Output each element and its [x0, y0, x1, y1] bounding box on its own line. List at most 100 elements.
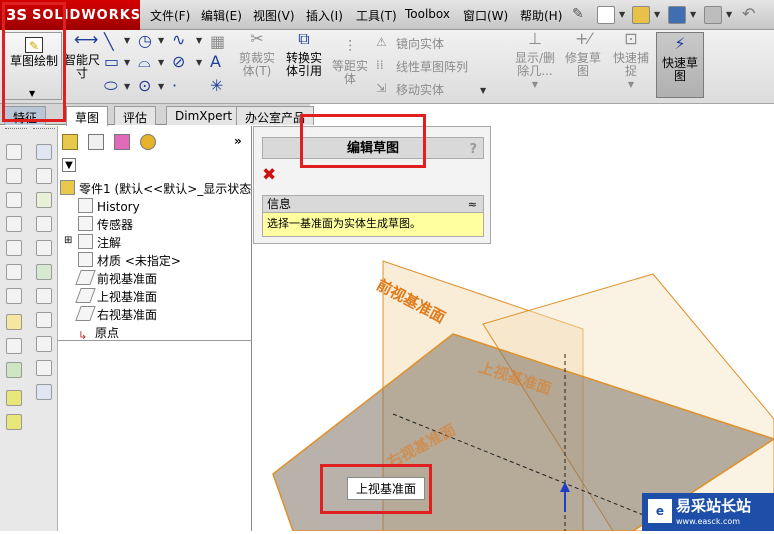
property-manager-tab-icon[interactable] [88, 134, 104, 150]
chevron-down-icon[interactable]: ▼ [654, 10, 660, 19]
layer-icon[interactable] [6, 414, 22, 430]
chevron-down-icon[interactable]: ▼ [158, 36, 164, 45]
menu-file[interactable]: 文件(F) [150, 7, 190, 24]
chamfer-icon[interactable] [36, 192, 52, 208]
menu-toolbox[interactable]: Toolbox [405, 7, 450, 21]
table-icon[interactable] [36, 384, 52, 400]
chevron-down-icon[interactable]: ▼ [124, 58, 130, 67]
circle-icon[interactable]: ◷ [138, 31, 152, 50]
help-icon[interactable]: ? [469, 139, 477, 161]
tree-item-top-plane[interactable]: 上视基准面 [75, 288, 157, 305]
tree-root-part[interactable]: 零件1 (默认<<默认>_显示状态 [60, 180, 251, 197]
print-icon[interactable] [704, 6, 722, 24]
save-icon[interactable] [668, 6, 686, 24]
linear-pattern-label[interactable]: 线性草图阵列 [396, 58, 468, 75]
repair-icon[interactable] [6, 338, 22, 354]
pin-icon[interactable]: ✎ [572, 6, 584, 22]
loft-icon[interactable] [6, 216, 22, 232]
tab-evaluate[interactable]: 评估 [114, 106, 157, 125]
display-manager-tab-icon[interactable] [140, 134, 156, 150]
configuration-manager-tab-icon[interactable] [114, 134, 130, 150]
fillet-icon[interactable] [6, 288, 22, 304]
draft-icon[interactable] [36, 312, 52, 328]
menu-help[interactable]: 帮助(H) [520, 7, 562, 24]
sweep-icon[interactable] [6, 192, 22, 208]
open-folder-icon[interactable] [632, 6, 650, 24]
feature-manager-tab-icon[interactable] [62, 134, 78, 150]
layer-icon[interactable] [6, 390, 22, 406]
tree-item-front-plane[interactable]: 前视基准面 [75, 270, 157, 287]
text-grid-icon[interactable]: ▦ [210, 32, 225, 51]
cut-extrude-icon[interactable] [6, 240, 22, 256]
sketch-button[interactable]: ✎ 草图绘制 ▼ [4, 32, 62, 100]
chevron-down-icon[interactable]: ▼ [196, 36, 202, 45]
extrude-icon[interactable] [6, 144, 22, 160]
text-icon[interactable]: A [210, 52, 221, 71]
tab-features[interactable]: 特征 [4, 106, 47, 125]
features-icon[interactable] [36, 168, 52, 184]
shell-icon[interactable] [36, 216, 52, 232]
collapse-icon[interactable]: ≈ [468, 196, 477, 213]
chevron-down-icon[interactable]: ▼ [158, 82, 164, 91]
chevron-down-icon[interactable]: ▼ [619, 10, 625, 19]
mirror-icon[interactable] [36, 264, 52, 280]
menu-insert[interactable]: 插入(I) [306, 7, 343, 24]
tree-item-sensors[interactable]: 传感器 [78, 216, 133, 233]
chevron-down-icon[interactable]: ▼ [124, 82, 130, 91]
info-section-header[interactable]: 信息 ≈ [262, 195, 484, 213]
filter-icon[interactable]: ▼ [62, 158, 76, 172]
table-icon[interactable] [36, 144, 52, 160]
repair-sketch-button[interactable]: +⁄ 修复草 图 [562, 31, 604, 78]
close-icon[interactable]: ✖ [262, 165, 276, 185]
menu-edit[interactable]: 编辑(E) [201, 7, 242, 24]
tree-item-annotations[interactable]: 注解 [78, 234, 121, 251]
relations-icon[interactable] [6, 362, 22, 378]
rectangle-icon[interactable]: ▭ [104, 52, 119, 71]
undo-icon[interactable]: ↶ [742, 4, 760, 23]
tree-item-material[interactable]: 材质 <未指定> [78, 252, 181, 269]
trim-button[interactable]: ✂ 剪裁实 体(T) [236, 31, 278, 78]
rib-icon[interactable] [36, 288, 52, 304]
rapid-sketch-button[interactable]: ⚡ 快速草 图 [656, 32, 704, 98]
wrap-icon[interactable] [36, 336, 52, 352]
chevron-down-icon[interactable]: ▼ [508, 78, 562, 91]
menu-view[interactable]: 视图(V) [253, 7, 295, 24]
chevron-down-icon[interactable]: ▼ [29, 87, 35, 100]
chevron-down-icon[interactable]: ▼ [196, 58, 202, 67]
new-document-icon[interactable] [597, 6, 615, 24]
tab-dimxpert[interactable]: DimXpert [166, 106, 242, 125]
polygon-icon[interactable]: ⬭ [104, 76, 118, 96]
tab-sketch[interactable]: 草图 [66, 106, 109, 126]
chevron-down-icon[interactable]: ▼ [610, 78, 652, 91]
tree-item-history[interactable]: History [78, 198, 140, 214]
menu-tools[interactable]: 工具(T) [356, 7, 397, 24]
point-icon[interactable]: · [172, 76, 177, 95]
expand-icon[interactable]: ⊞ [64, 235, 72, 246]
convert-entities-button[interactable]: ⧉ 转换实 体引用 [282, 31, 326, 78]
dome-icon[interactable] [36, 360, 52, 376]
revolve-icon[interactable] [6, 168, 22, 184]
edit-sketch-icon[interactable] [6, 314, 22, 330]
move-entities-label[interactable]: 移动实体 [396, 81, 444, 98]
tab-office-products[interactable]: 办公室产品 [236, 106, 315, 125]
chevron-down-icon[interactable]: ▼ [158, 58, 164, 67]
chevron-down-icon[interactable]: ▼ [690, 10, 696, 19]
chevron-down-icon[interactable]: ▼ [124, 36, 130, 45]
menu-window[interactable]: 窗口(W) [463, 7, 508, 24]
quick-snaps-button[interactable]: ⊡ 快速捕 捉 ▼ [610, 31, 652, 91]
cut-revolve-icon[interactable] [6, 264, 22, 280]
mirror-entities-label[interactable]: 镜向实体 [396, 35, 444, 52]
expand-panel-icon[interactable]: » [234, 134, 242, 148]
pattern-icon[interactable] [36, 240, 52, 256]
centerline-icon[interactable]: ✳ [210, 76, 223, 95]
chevron-down-icon[interactable]: ▼ [726, 10, 732, 19]
smart-dimension-button[interactable]: ⟷ 智能尺 寸 [62, 32, 102, 98]
display-delete-relations-button[interactable]: ⊥ 显示/删 除几... ▼ [508, 31, 562, 91]
slot-icon[interactable]: ⌓ [138, 52, 151, 72]
spline-icon[interactable]: ∿ [172, 30, 185, 49]
ellipse-icon[interactable]: ⊘ [172, 52, 185, 71]
graphics-area[interactable]: 前视基准面 上视基准面 右视基准面 [253, 244, 774, 532]
line-icon[interactable]: ╲ [104, 32, 114, 51]
offset-entities-button[interactable]: ⫶ 等距实 体 [330, 39, 370, 86]
arc-icon[interactable]: ⊙ [138, 76, 151, 95]
